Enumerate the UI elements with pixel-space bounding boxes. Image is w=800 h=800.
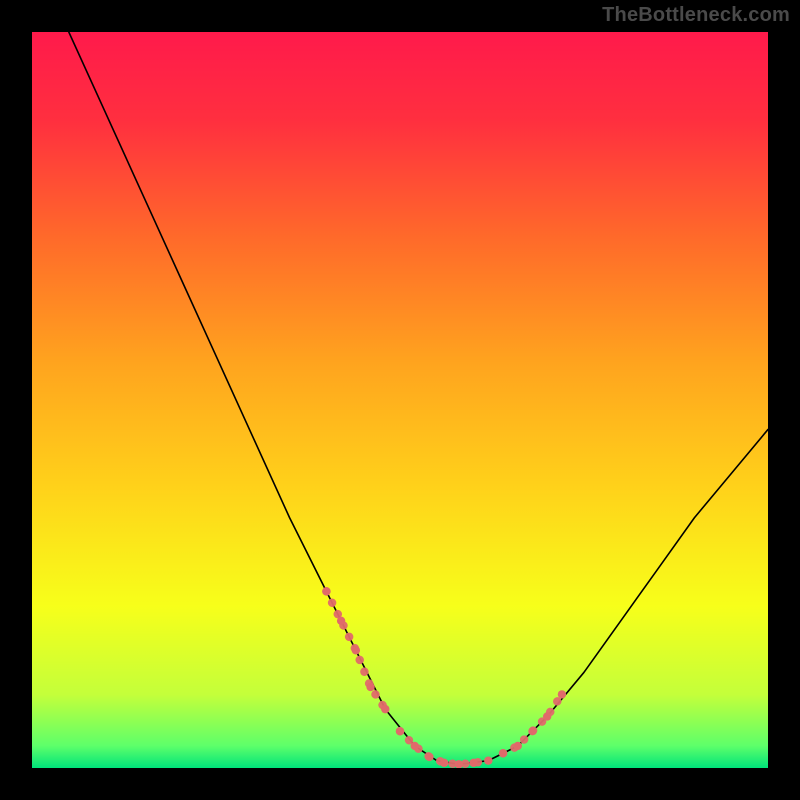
highlight-dot bbox=[425, 753, 433, 761]
plot-svg bbox=[0, 0, 800, 800]
highlight-dot bbox=[440, 759, 448, 767]
highlight-dot bbox=[499, 749, 507, 757]
highlight-dot bbox=[352, 646, 360, 654]
highlight-dot bbox=[411, 742, 419, 750]
highlight-dot bbox=[455, 760, 463, 768]
highlight-dot bbox=[322, 587, 330, 595]
highlight-dot bbox=[484, 756, 492, 764]
highlight-dot bbox=[528, 727, 536, 735]
highlight-dot bbox=[469, 759, 477, 767]
chart-stage: TheBottleneck.com bbox=[0, 0, 800, 800]
watermark-text: TheBottleneck.com bbox=[602, 4, 790, 27]
highlight-dot bbox=[396, 727, 404, 735]
highlight-dot bbox=[381, 705, 389, 713]
highlight-dot bbox=[514, 742, 522, 750]
highlight-dot bbox=[337, 617, 345, 625]
highlight-dot bbox=[366, 683, 374, 691]
plot-background bbox=[32, 32, 768, 768]
highlight-dot bbox=[543, 712, 551, 720]
highlight-dot bbox=[558, 690, 566, 698]
